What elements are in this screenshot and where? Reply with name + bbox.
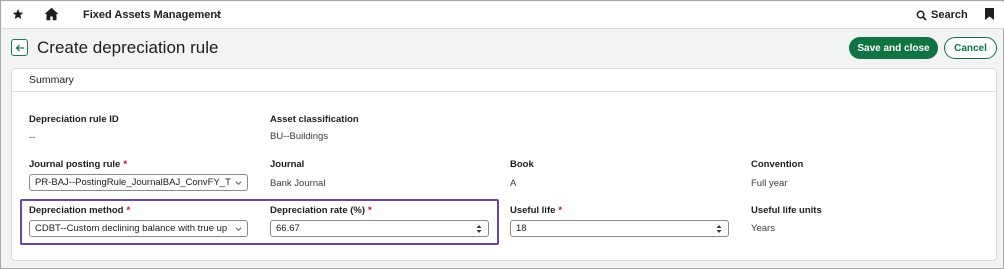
app-frame: Fixed Assets Management Search Create de…	[0, 0, 1004, 269]
useful-life-input[interactable]: 18	[510, 220, 729, 237]
chevron-down-icon	[235, 181, 242, 186]
top-nav-bar: Fixed Assets Management Search	[2, 2, 1004, 29]
required-marker: *	[123, 159, 128, 170]
search-label: Search	[931, 9, 968, 21]
rule-id-label: Depreciation rule ID	[29, 114, 119, 125]
convention-label: Convention	[751, 159, 804, 170]
journal-posting-rule-select[interactable]: PR-BAJ--PostingRule_JournalBAJ_ConvFY_T	[29, 174, 248, 191]
asset-classification-label: Asset classification	[270, 114, 359, 125]
star-icon[interactable]	[12, 8, 24, 20]
journal-value: Bank Journal	[270, 178, 326, 189]
journal-label: Journal	[270, 159, 305, 170]
section-divider	[12, 91, 996, 92]
page-title: Create depreciation rule	[37, 38, 219, 57]
required-marker: *	[558, 205, 563, 216]
app-title[interactable]: Fixed Assets Management	[83, 9, 221, 21]
journal-posting-rule-label: Journal posting rule *	[29, 159, 127, 170]
search-button[interactable]: Search	[916, 6, 968, 24]
highlight-annotation-box	[20, 199, 499, 245]
asset-classification-value: BU--Buildings	[270, 131, 329, 142]
cancel-button[interactable]: Cancel	[944, 37, 997, 59]
search-icon	[916, 10, 927, 21]
useful-life-units-label: Useful life units	[751, 205, 822, 216]
bookmark-icon[interactable]	[985, 8, 994, 20]
journal-posting-rule-value: PR-BAJ--PostingRule_JournalBAJ_ConvFY_T	[35, 177, 231, 188]
useful-life-label: Useful life *	[510, 205, 562, 216]
section-title[interactable]: Summary	[29, 74, 74, 86]
journal-posting-rule-label-text: Journal posting rule	[29, 159, 121, 170]
stepper-icon[interactable]	[716, 224, 722, 234]
save-and-close-button[interactable]: Save and close	[849, 37, 938, 59]
useful-life-units-value: Years	[751, 223, 775, 234]
useful-life-label-text: Useful life	[510, 205, 556, 216]
chevron-down-icon[interactable]	[213, 10, 222, 19]
book-label: Book	[510, 159, 534, 170]
book-value: A	[510, 178, 517, 189]
useful-life-value: 18	[516, 223, 527, 234]
back-button[interactable]	[11, 39, 28, 56]
back-arrow-icon	[15, 44, 24, 51]
rule-id-value: --	[29, 132, 36, 143]
convention-value: Full year	[751, 178, 788, 189]
home-icon[interactable]	[44, 7, 59, 21]
